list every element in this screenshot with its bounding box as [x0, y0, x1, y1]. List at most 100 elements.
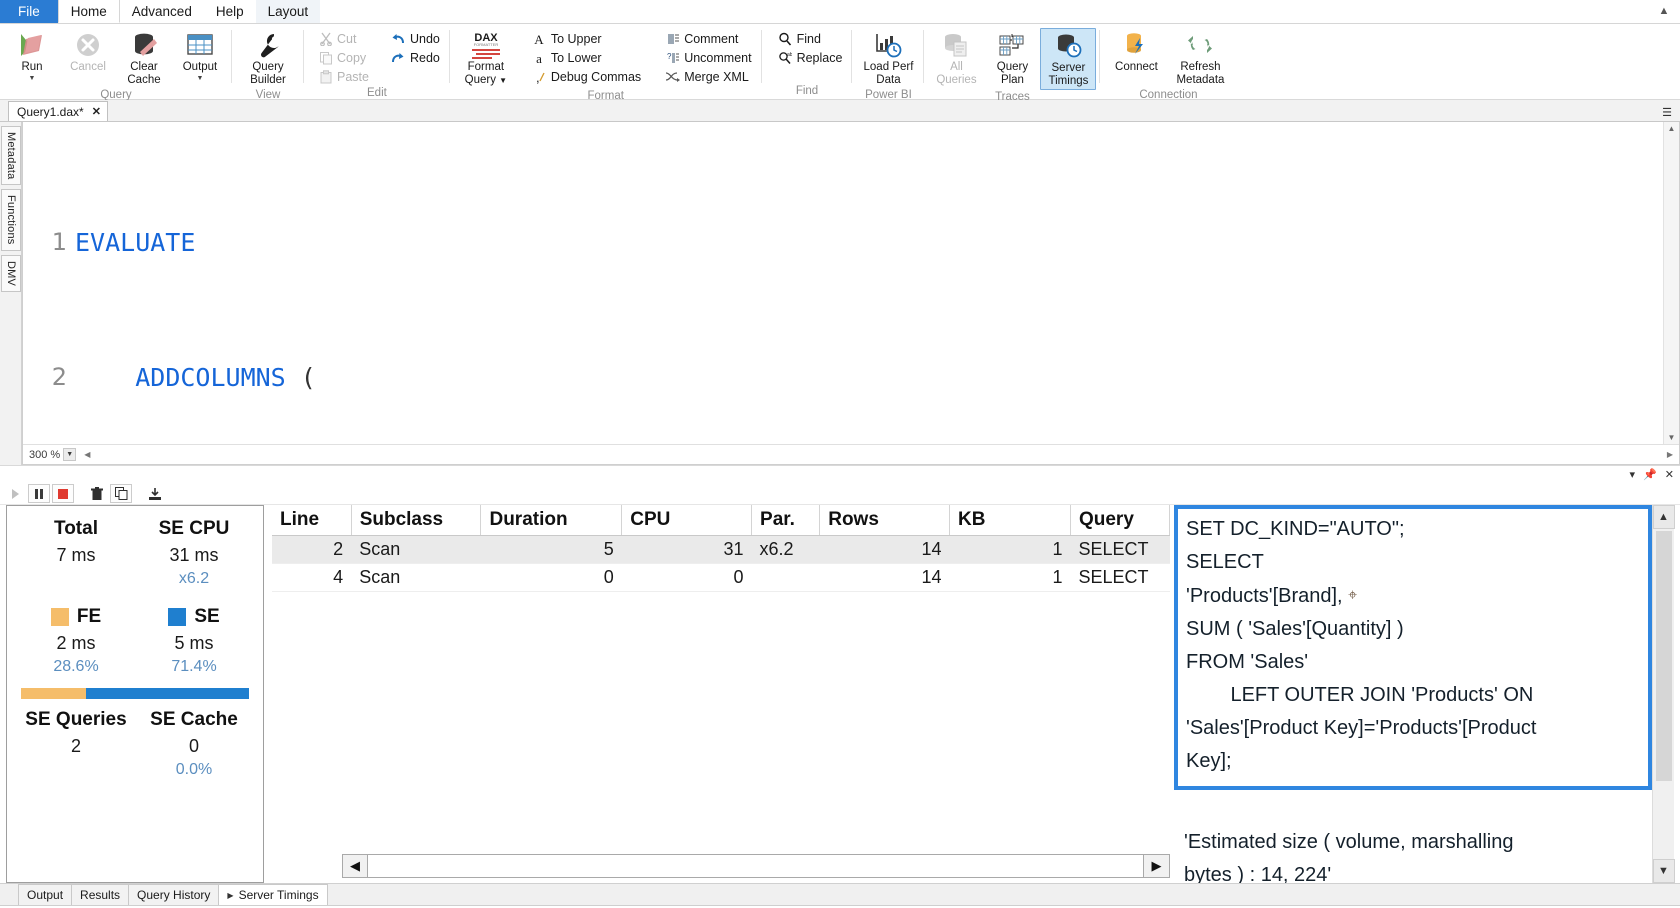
- grid-horizontal-scrollbar[interactable]: ◀ ▶: [342, 853, 1170, 879]
- format-query-label2: Query ▼: [465, 74, 507, 87]
- clear-cache-button[interactable]: Clear Cache: [116, 28, 172, 88]
- menu-item-file[interactable]: File: [0, 0, 58, 23]
- column-header-subclass[interactable]: Subclass: [351, 505, 482, 536]
- column-header-cpu[interactable]: CPU: [621, 505, 753, 536]
- chevron-down-icon[interactable]: ▼: [29, 75, 36, 82]
- comment-button[interactable]: Comment: [661, 29, 757, 48]
- scroll-left-icon[interactable]: ◀: [342, 854, 368, 878]
- debug-commas-button[interactable]: , Debug Commas: [528, 67, 647, 86]
- scrollbar-thumb[interactable]: [368, 855, 548, 877]
- export-trace-button[interactable]: [144, 484, 166, 503]
- scroll-right-icon[interactable]: ▶: [1667, 450, 1673, 459]
- clear-trace-button[interactable]: [86, 484, 108, 503]
- server-timings-button[interactable]: Server Timings: [1040, 28, 1097, 90]
- summary-top-grid: Total 7 ms SE CPU 31 ms x6.2: [17, 516, 253, 590]
- pause-trace-button[interactable]: [28, 484, 50, 503]
- scroll-down-icon[interactable]: ▼: [1668, 431, 1676, 444]
- to-upper-button[interactable]: A To Upper: [528, 29, 647, 48]
- cell-subclass: Scan: [351, 563, 481, 592]
- query-detail-panel: SET DC_KIND="AUTO"; SELECT 'Products'[Br…: [1174, 505, 1652, 883]
- to-lower-label: To Lower: [550, 50, 602, 65]
- column-header-rows[interactable]: Rows: [819, 505, 950, 536]
- refresh-metadata-label2: Metadata: [1176, 73, 1225, 86]
- code-editor-surface[interactable]: 1 EVALUATE 2 ADDCOLUMNS ( 3 VALUES ( Pro…: [23, 122, 1679, 444]
- query-plan-button[interactable]: Query Plan: [984, 28, 1040, 88]
- scroll-up-icon[interactable]: ▲: [1652, 505, 1675, 529]
- document-tab-query1[interactable]: Query1.dax* ✕: [8, 101, 108, 121]
- merge-xml-button[interactable]: Merge XML: [661, 67, 757, 86]
- uncomment-button[interactable]: ? Uncomment: [661, 48, 757, 67]
- dock-menu-icon[interactable]: ▾: [1630, 468, 1636, 481]
- sidebar-item-metadata[interactable]: Metadata: [1, 126, 21, 186]
- cut-button[interactable]: Cut: [314, 29, 375, 48]
- chevron-down-icon[interactable]: ▼: [63, 448, 77, 461]
- redo-button[interactable]: Redo: [387, 48, 446, 67]
- zoom-selector[interactable]: 300 % ▼: [29, 448, 77, 461]
- chevron-up-icon[interactable]: ▲: [1656, 3, 1672, 19]
- line-number: 2: [51, 363, 67, 391]
- tab-query-history[interactable]: Query History: [128, 884, 220, 905]
- replace-button[interactable]: ab Replace: [774, 48, 849, 67]
- scrollbar-thumb[interactable]: [1656, 531, 1672, 781]
- tab-output[interactable]: Output: [18, 884, 73, 905]
- menu-item-help[interactable]: Help: [204, 0, 256, 23]
- replace-icon: ab: [777, 50, 794, 65]
- column-header-query[interactable]: Query: [1070, 505, 1171, 536]
- run-button[interactable]: Run ▼: [4, 28, 60, 84]
- menu-item-home[interactable]: Home: [57, 0, 120, 23]
- output-icon: [185, 30, 215, 60]
- to-lower-button[interactable]: a To Lower: [528, 48, 647, 67]
- connect-button[interactable]: Connect: [1104, 28, 1168, 76]
- se-color-swatch: [168, 608, 187, 626]
- output-button[interactable]: Output ▼: [172, 28, 228, 84]
- tab-results[interactable]: Results: [71, 884, 130, 905]
- column-header-duration[interactable]: Duration: [480, 505, 623, 536]
- column-header-kb[interactable]: KB: [949, 505, 1071, 536]
- copy-button[interactable]: Copy: [314, 48, 375, 67]
- chevron-down-icon[interactable]: ▼: [197, 75, 204, 82]
- load-perf-data-button[interactable]: Load Perf Data: [856, 28, 920, 88]
- scroll-left-icon[interactable]: ◀: [84, 450, 90, 459]
- all-queries-button[interactable]: All Queries: [928, 28, 984, 88]
- close-icon[interactable]: ✕: [92, 105, 101, 118]
- query-plan-label2: Plan: [1000, 73, 1024, 86]
- scroll-down-icon[interactable]: ▼: [1652, 859, 1675, 883]
- column-header-par[interactable]: Par.: [751, 505, 821, 536]
- cancel-button[interactable]: Cancel: [60, 28, 116, 76]
- scrollbar-track[interactable]: [368, 854, 1144, 878]
- copy-trace-button[interactable]: [110, 484, 132, 503]
- stop-trace-button[interactable]: [52, 484, 74, 503]
- table-row[interactable]: 2 Scan 5 31 x6.2 14 1 SELECT: [272, 535, 1170, 564]
- play-trace-button[interactable]: [4, 484, 26, 503]
- cell-par: x6.2: [751, 535, 820, 564]
- trace-toolbar: [0, 483, 1680, 505]
- chevron-down-icon[interactable]: ▼: [499, 76, 507, 85]
- paste-button[interactable]: Paste: [314, 67, 375, 86]
- menu-item-advanced[interactable]: Advanced: [120, 0, 204, 23]
- editor-vertical-scrollbar[interactable]: ▲ ▼: [1663, 122, 1679, 444]
- sidebar-item-functions[interactable]: Functions: [1, 189, 21, 251]
- detail-vertical-scrollbar[interactable]: ▲ ▼: [1652, 505, 1675, 883]
- query-builder-button[interactable]: Query Builder: [236, 28, 300, 88]
- tab-server-timings[interactable]: ▶ Server Timings: [218, 884, 328, 905]
- undo-button[interactable]: Undo: [387, 29, 446, 48]
- tab-output-label: Output: [27, 888, 64, 902]
- pin-icon[interactable]: 📌: [1643, 468, 1657, 481]
- close-panel-icon[interactable]: ✕: [1665, 468, 1674, 481]
- refresh-metadata-button[interactable]: Refresh Metadata: [1168, 28, 1232, 88]
- se-queries-value: 2: [70, 736, 81, 756]
- table-row[interactable]: 4 Scan 0 0 14 1 SELECT: [272, 563, 1170, 592]
- scroll-up-icon[interactable]: ▲: [1668, 122, 1676, 135]
- find-button[interactable]: Find: [774, 29, 849, 48]
- sql-line: 'Products'[Brand],: [1186, 585, 1349, 607]
- undo-icon: [390, 31, 407, 46]
- sql-text-box[interactable]: SET DC_KIND="AUTO"; SELECT 'Products'[Br…: [1174, 505, 1652, 790]
- menu-item-layout[interactable]: Layout: [255, 0, 321, 23]
- sidebar-item-dmv[interactable]: DMV: [1, 254, 21, 293]
- output-label: Output: [182, 61, 218, 73]
- format-query-button[interactable]: DAX FORMATTER Format Query ▼: [454, 28, 518, 89]
- tab-overflow-icon[interactable]: ☰: [1662, 106, 1672, 119]
- column-header-line[interactable]: Line: [272, 505, 352, 536]
- server-timings-dock: ▾ 📌 ✕ Total 7 ms SE CPU 31 ms x6.2 FE 2 …: [0, 465, 1680, 908]
- scroll-right-icon[interactable]: ▶: [1144, 854, 1170, 878]
